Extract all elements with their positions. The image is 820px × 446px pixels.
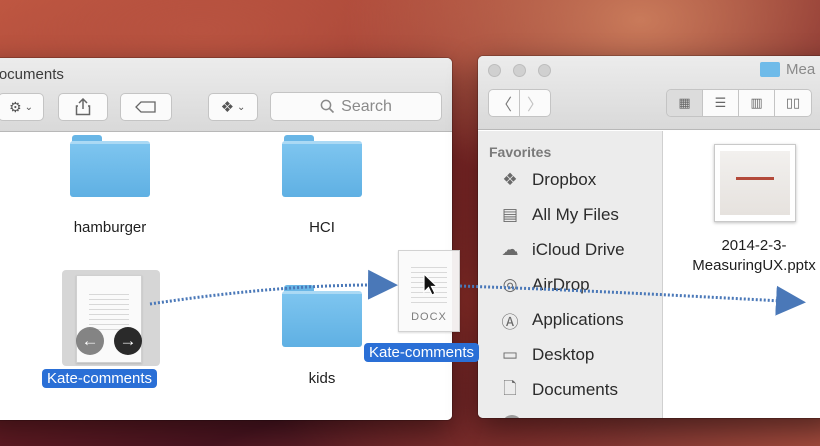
sidebar-heading: Favorites	[489, 144, 552, 160]
search-placeholder: Search	[341, 97, 392, 115]
action-menu-button[interactable]: ⚙ ⌄	[0, 93, 44, 121]
mouse-cursor-icon	[423, 273, 439, 296]
search-field[interactable]: Search	[270, 92, 442, 121]
dropbox-menu-button[interactable]: ❖ ⌄	[208, 93, 258, 121]
chevron-right-icon: 〉	[526, 97, 543, 114]
cloud-icon: ☁	[501, 240, 519, 259]
item-label-kate-comments[interactable]: Kate-comments	[42, 369, 158, 388]
sidebar-item-airdrop[interactable]: ◎ AirDrop	[498, 272, 590, 298]
column-view-button[interactable]: ▥	[739, 90, 775, 116]
desktop-icon: ▭	[501, 345, 519, 364]
window-title-area: Mea	[760, 61, 815, 78]
file-label-line2: MeasuringUX.pptx	[692, 257, 816, 274]
sidebar-item-label: All My Files	[532, 205, 619, 224]
folder-icon[interactable]	[282, 135, 362, 197]
finder-window-measuring: Mea 〈 〉 ▦ ☰ ▥ ▯▯ Favorites ❖ Dropbox ▤ A…	[478, 56, 820, 418]
tag-icon	[135, 101, 156, 113]
forward-arrow-icon: →	[114, 327, 142, 355]
back-button[interactable]: 〈	[488, 89, 520, 117]
toolbar: Documents ⚙ ⌄ ❖ ⌄ Search	[0, 58, 452, 132]
chevron-left-icon: 〈	[495, 97, 512, 114]
dragged-item-label: Kate-comments	[364, 343, 480, 362]
back-arrow-icon: ←	[76, 327, 104, 355]
sidebar-item-desktop[interactable]: ▭ Desktop	[498, 342, 594, 368]
folder-icon[interactable]	[70, 135, 150, 197]
dropbox-icon: ❖	[502, 170, 518, 189]
search-icon	[320, 99, 335, 114]
window-title: Documents	[0, 66, 64, 83]
zoom-button[interactable]	[538, 64, 551, 77]
chevron-down-icon: ⌄	[24, 101, 33, 113]
tags-button[interactable]	[120, 93, 172, 121]
folder-icon	[760, 62, 780, 77]
item-label-hamburger[interactable]: hamburger	[50, 219, 170, 236]
all-my-files-icon: ▤	[501, 205, 519, 224]
folder-icon[interactable]	[282, 285, 362, 347]
sidebar-item-label: Desktop	[532, 345, 595, 364]
partial-sidebar-icon	[502, 415, 522, 418]
pptx-file-thumbnail[interactable]	[714, 144, 796, 222]
cover-flow-button[interactable]: ▯▯	[775, 90, 811, 116]
sidebar-item-all-my-files[interactable]: ▤ All My Files	[498, 202, 619, 228]
forward-button[interactable]: 〉	[519, 89, 551, 117]
sidebar-item-label: AirDrop	[532, 275, 590, 294]
toolbar: Mea 〈 〉 ▦ ☰ ▥ ▯▯	[478, 56, 820, 130]
sidebar-item-label: Applications	[532, 310, 624, 329]
dropbox-icon: ❖	[220, 99, 235, 116]
chevron-down-icon: ⌄	[237, 101, 246, 113]
item-label-kids[interactable]: kids	[262, 370, 382, 387]
applications-icon: Ⓐ	[501, 312, 519, 332]
sidebar: Favorites ❖ Dropbox ▤ All My Files ☁ iCl…	[478, 131, 663, 418]
item-label-hci[interactable]: HCI	[262, 219, 382, 236]
view-mode-group: ▦ ☰ ▥ ▯▯	[666, 89, 812, 117]
gear-icon: ⚙	[9, 98, 22, 115]
sidebar-item-dropbox[interactable]: ❖ Dropbox	[498, 167, 596, 193]
share-button[interactable]	[58, 93, 108, 121]
file-grid: hamburger HCI ← → Kate-comments kids	[0, 133, 452, 420]
file-label-line1: 2014-2-3-	[721, 237, 787, 254]
window-title: Mea	[786, 61, 816, 78]
file-extension-label: DOCX	[411, 311, 447, 323]
airdrop-icon: ◎	[502, 275, 518, 294]
documents-icon: 🗋	[503, 378, 517, 398]
sidebar-item-applications[interactable]: Ⓐ Applications	[498, 307, 624, 333]
sidebar-item-documents[interactable]: 🗋 Documents	[498, 377, 618, 403]
list-view-button[interactable]: ☰	[703, 90, 739, 116]
icon-view-button[interactable]: ▦	[667, 90, 703, 116]
finder-window-documents: Documents ⚙ ⌄ ❖ ⌄ Search	[0, 58, 452, 420]
sidebar-item-label: iCloud Drive	[532, 240, 625, 259]
file-label-measuringux[interactable]: 2014-2-3- MeasuringUX.pptx	[674, 236, 820, 276]
share-icon	[75, 98, 91, 116]
sidebar-item-label: Dropbox	[532, 170, 597, 189]
sidebar-item-label: Documents	[532, 380, 618, 399]
close-button[interactable]	[488, 64, 501, 77]
sidebar-item-icloud-drive[interactable]: ☁ iCloud Drive	[498, 237, 625, 263]
minimize-button[interactable]	[513, 64, 526, 77]
